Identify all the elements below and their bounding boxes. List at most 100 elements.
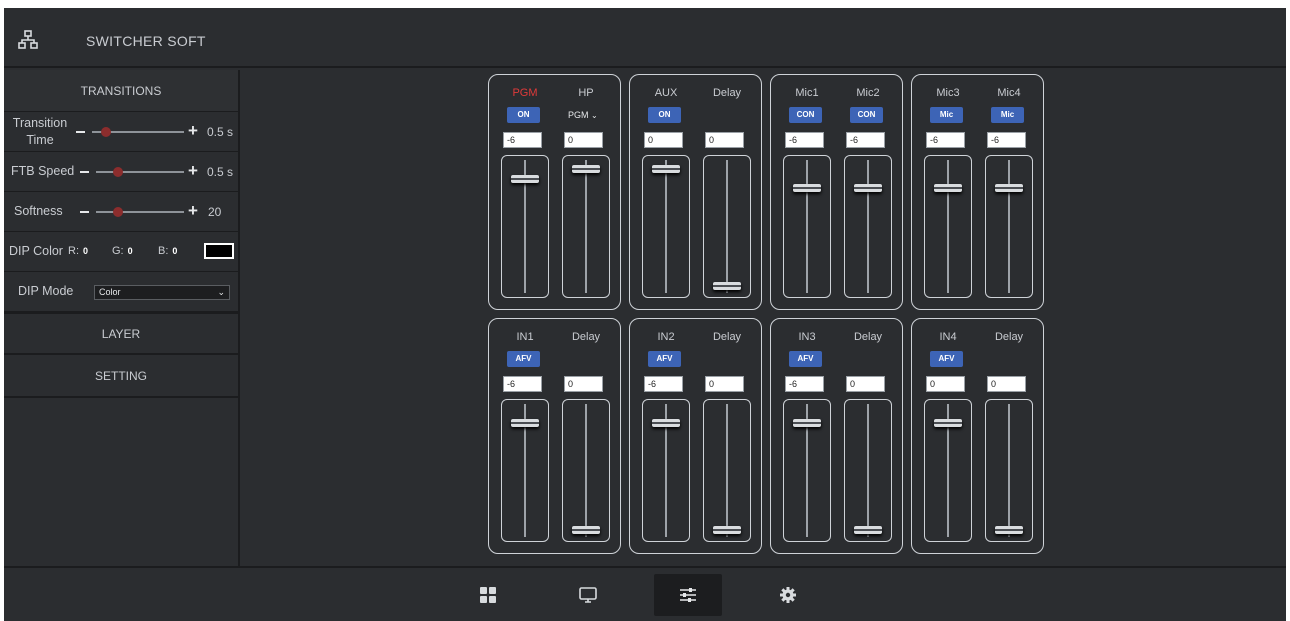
transition-time-knob[interactable] — [100, 127, 111, 137]
channel-fader — [783, 399, 831, 542]
fader-handle[interactable] — [713, 282, 741, 290]
fader-rail — [1008, 404, 1010, 537]
dip-mode-select[interactable]: Color ⌄ — [94, 285, 230, 300]
channel-toggle-button[interactable]: AFV — [930, 351, 963, 367]
sliders-icon — [680, 588, 696, 602]
increment-icon[interactable]: + — [188, 202, 198, 219]
channel-value-input[interactable]: -6 — [785, 376, 824, 392]
decrement-icon[interactable] — [76, 131, 85, 133]
channel-value-input[interactable]: -6 — [503, 376, 542, 392]
channel-value-input[interactable]: -6 — [846, 132, 885, 148]
channel-value-input[interactable]: 0 — [987, 376, 1026, 392]
fader-handle[interactable] — [934, 184, 962, 193]
fader-handle[interactable] — [995, 526, 1023, 534]
channel-group: PGM ON -6 HP PGM ⌄ 0 — [488, 74, 621, 310]
channel-value-input[interactable]: -6 — [926, 132, 965, 148]
fader-handle[interactable] — [934, 418, 962, 427]
tab-monitor[interactable] — [554, 574, 622, 616]
dip-color-b[interactable]: B: 0 — [158, 245, 177, 257]
channel-strip: Delay 0 — [561, 319, 611, 553]
tab-mixer[interactable] — [654, 574, 722, 616]
channel-toggle-button[interactable]: AFV — [789, 351, 822, 367]
transitions-header[interactable]: TRANSITIONS — [4, 70, 238, 112]
fader-handle[interactable] — [652, 418, 680, 427]
channel-value-input[interactable]: 0 — [644, 132, 683, 148]
channel-strip: Delay 0 — [702, 75, 752, 309]
dip-color-label: DIP Color — [9, 244, 63, 258]
b-value: 0 — [172, 246, 178, 256]
increment-icon[interactable]: + — [188, 122, 198, 139]
tab-settings[interactable] — [754, 574, 822, 616]
fader-handle[interactable] — [793, 418, 821, 427]
channel-value-input[interactable]: 0 — [564, 132, 603, 148]
channel-toggle-button[interactable]: ON — [507, 107, 540, 123]
dip-color-r[interactable]: R: 0 — [68, 245, 88, 257]
increment-icon[interactable]: + — [188, 162, 198, 179]
fader-handle[interactable] — [572, 164, 600, 173]
fader-handle[interactable] — [713, 526, 741, 534]
dip-color-g[interactable]: G: 0 — [112, 245, 133, 257]
softness-track[interactable] — [96, 211, 184, 213]
channel-toggle-button[interactable]: CON — [789, 107, 822, 123]
layer-tab[interactable]: LAYER — [4, 312, 238, 355]
channel-strip: Mic4 Mic -6 — [984, 75, 1034, 309]
fader-handle[interactable] — [652, 164, 680, 173]
transition-time-label-line1: Transition — [12, 116, 68, 130]
tab-grid[interactable] — [454, 574, 522, 616]
channel-name: Mic3 — [936, 87, 960, 99]
chevron-down-icon: ⌄ — [217, 287, 225, 297]
transition-time-value: 0.5 s — [207, 125, 234, 139]
channel-value-input[interactable]: 0 — [705, 132, 744, 148]
channel-value-input[interactable]: 0 — [846, 376, 885, 392]
channel-strip: AUX ON 0 — [641, 75, 691, 309]
channel-value-input[interactable]: -6 — [987, 132, 1026, 148]
channel-value-input[interactable]: -6 — [503, 132, 542, 148]
channel-toggle-button[interactable]: AFV — [648, 351, 681, 367]
channel-value-input[interactable]: -6 — [785, 132, 824, 148]
channel-strip: IN4 AFV 0 — [923, 319, 973, 553]
channel-name: Mic2 — [856, 87, 880, 99]
fader-handle[interactable] — [854, 184, 882, 193]
decrement-icon[interactable] — [80, 171, 89, 173]
dip-color-row: DIP Color R: 0 G: 0 B: 0 — [4, 232, 238, 272]
channel-group: IN3 AFV -6 Delay 0 — [770, 318, 903, 554]
channel-toggle-button[interactable]: Mic — [991, 107, 1024, 123]
ftb-speed-track[interactable] — [96, 171, 184, 173]
fader-handle[interactable] — [572, 526, 600, 534]
channel-fader — [562, 155, 610, 298]
channel-fader — [844, 399, 892, 542]
channel-strip: Mic1 CON -6 — [782, 75, 832, 309]
channel-source-dropdown[interactable]: PGM ⌄ — [568, 110, 598, 120]
channel-name: IN4 — [939, 331, 957, 343]
fader-handle[interactable] — [793, 184, 821, 193]
channel-fader — [703, 399, 751, 542]
dip-mode-row: DIP Mode Color ⌄ — [4, 272, 238, 312]
channel-value-input[interactable]: 0 — [705, 376, 744, 392]
setting-tab[interactable]: SETTING — [4, 355, 238, 398]
channel-group: Mic3 Mic -6 Mic4 Mic -6 — [911, 74, 1044, 310]
chevron-down-icon: ⌄ — [591, 111, 598, 120]
channel-toggle-button[interactable]: ON — [648, 107, 681, 123]
g-value: 0 — [127, 246, 133, 256]
channel-value-input[interactable]: 0 — [564, 376, 603, 392]
channel-toggle-button[interactable]: Mic — [930, 107, 963, 123]
decrement-icon[interactable] — [80, 211, 89, 213]
dip-color-swatch[interactable] — [204, 243, 234, 259]
ftb-speed-knob[interactable] — [113, 167, 123, 177]
softness-row: Softness + 20 — [4, 192, 238, 232]
fader-handle[interactable] — [995, 184, 1023, 193]
fader-handle[interactable] — [511, 418, 539, 427]
header: SWITCHER SOFT — [4, 8, 1286, 68]
channel-toggle-button[interactable]: AFV — [507, 351, 540, 367]
monitor-icon — [579, 587, 597, 603]
channel-toggle-button[interactable]: CON — [850, 107, 883, 123]
fader-handle[interactable] — [854, 526, 882, 534]
softness-knob[interactable] — [113, 207, 123, 217]
channel-name: Delay — [712, 331, 742, 343]
channel-name: Delay — [994, 331, 1024, 343]
fader-handle[interactable] — [511, 174, 539, 183]
channel-name: Mic4 — [997, 87, 1021, 99]
channel-value-input[interactable]: 0 — [926, 376, 965, 392]
channel-value-input[interactable]: -6 — [644, 376, 683, 392]
fader-rail — [1008, 160, 1010, 293]
